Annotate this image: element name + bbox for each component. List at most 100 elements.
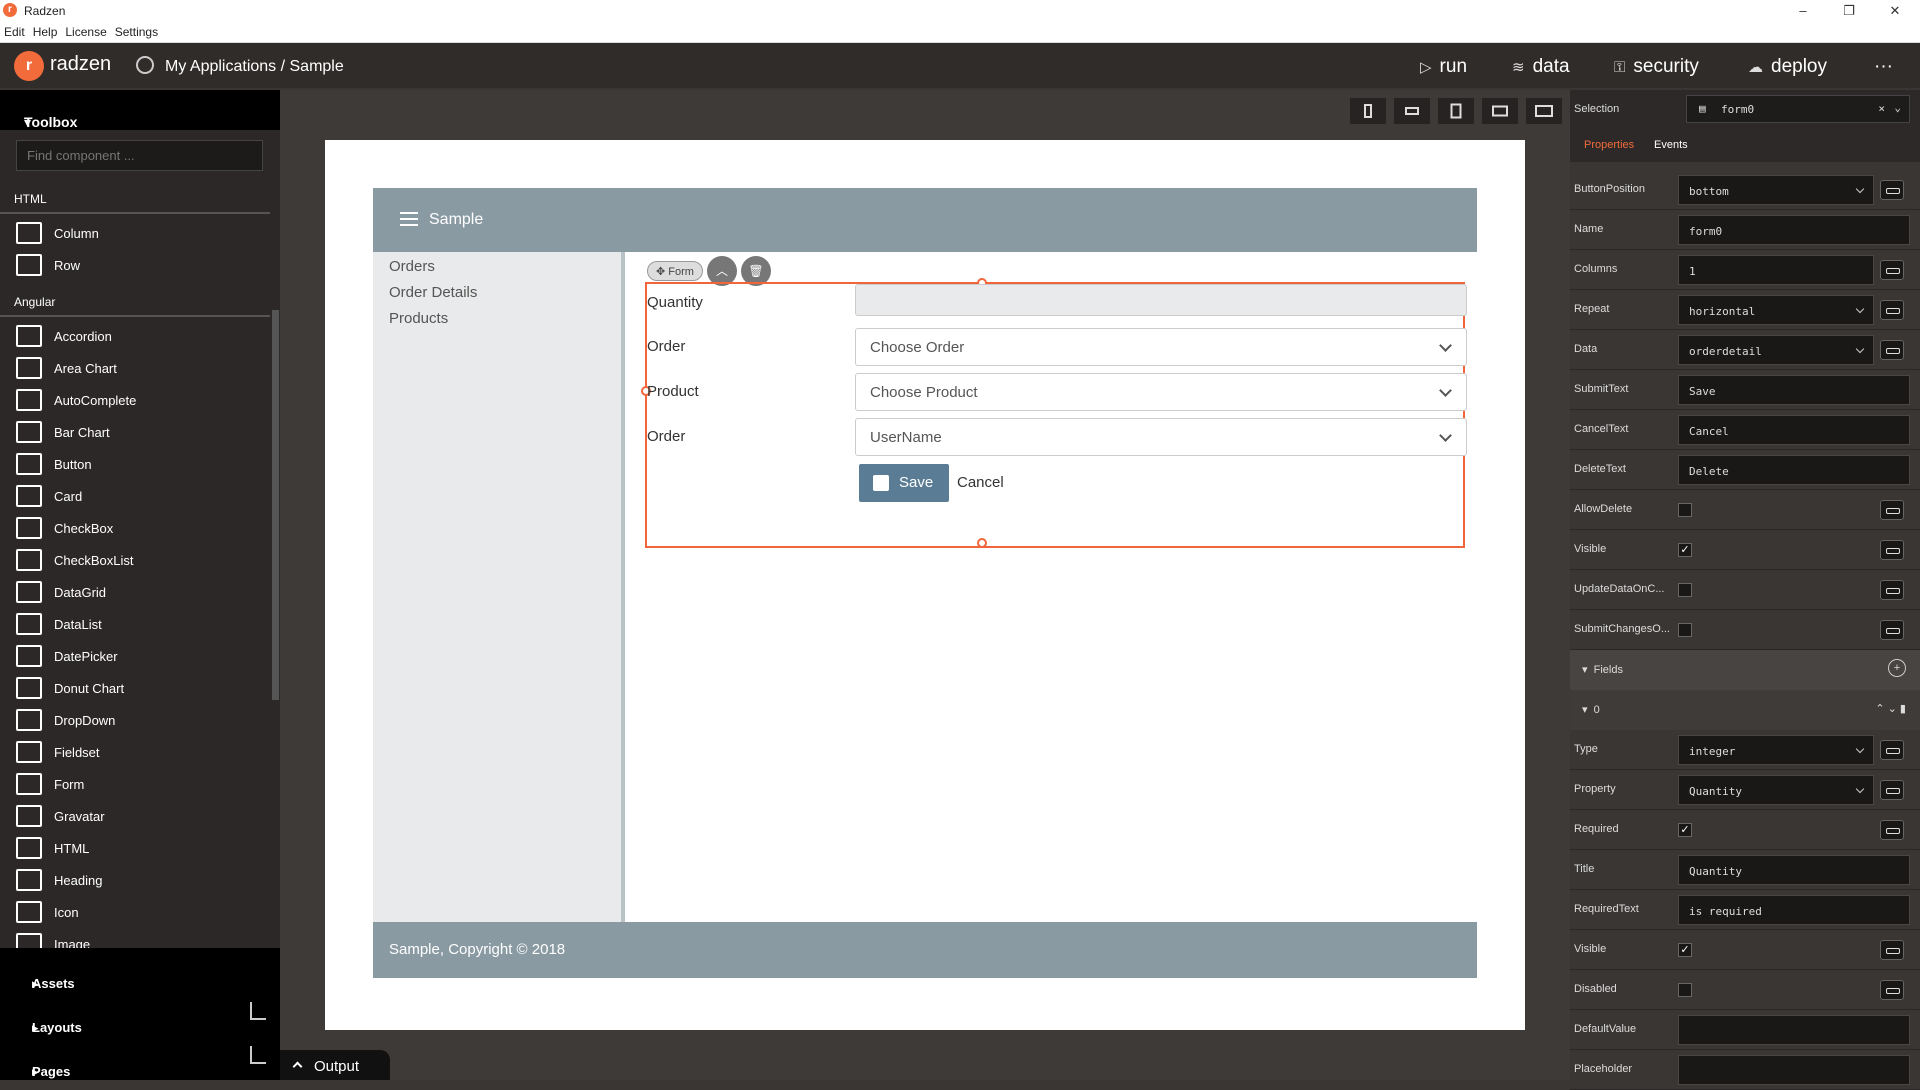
data-binding-button[interactable]: [1880, 780, 1904, 800]
tab-events[interactable]: Events: [1654, 139, 1688, 151]
find-component-input[interactable]: [16, 140, 263, 171]
menu-icon[interactable]: [400, 212, 418, 226]
more-button[interactable]: ···: [1874, 56, 1893, 78]
app-footer[interactable]: Sample, Copyright © 2018: [373, 922, 1477, 978]
prop-input[interactable]: [1678, 1015, 1910, 1045]
desktop-button[interactable]: [1526, 98, 1562, 124]
tool-accordion[interactable]: Accordion: [0, 321, 272, 353]
data-binding-button[interactable]: [1880, 740, 1904, 760]
prop-dropdown[interactable]: orderdetail: [1678, 335, 1874, 365]
prop-input[interactable]: 1: [1678, 255, 1874, 285]
prop-checkbox[interactable]: [1678, 583, 1692, 597]
phone-portrait-button[interactable]: [1350, 98, 1386, 124]
prop-input[interactable]: form0: [1678, 215, 1910, 245]
quantity-input[interactable]: [855, 284, 1467, 316]
add-page-icon[interactable]: [250, 1046, 266, 1064]
tablet-portrait-button[interactable]: [1438, 98, 1474, 124]
data-binding-button[interactable]: [1880, 260, 1904, 280]
prop-input[interactable]: is required: [1678, 895, 1910, 925]
data-button[interactable]: ≋ data: [1512, 56, 1570, 78]
form-component[interactable]: Quantity Order Choose Order Product Choo…: [641, 278, 1467, 548]
menu-edit[interactable]: Edit: [0, 22, 29, 39]
assets-section[interactable]: ▸ Assets: [0, 948, 280, 992]
prop-input[interactable]: [1678, 1055, 1910, 1085]
nav-products[interactable]: Products: [389, 310, 448, 327]
form-chip[interactable]: ✥ Form: [647, 261, 703, 281]
app-sidebar[interactable]: Orders Order Details Products: [373, 252, 625, 922]
add-layout-icon[interactable]: [250, 1002, 266, 1020]
tool-fieldset[interactable]: Fieldset: [0, 737, 272, 769]
save-button[interactable]: Save: [859, 464, 949, 502]
prop-checkbox[interactable]: ✓: [1678, 823, 1692, 837]
menu-settings[interactable]: Settings: [111, 22, 162, 39]
tool-button[interactable]: Button: [0, 449, 272, 481]
prop-dropdown[interactable]: Quantity: [1678, 775, 1874, 805]
data-binding-button[interactable]: [1880, 980, 1904, 1000]
data-binding-button[interactable]: [1880, 940, 1904, 960]
prop-checkbox[interactable]: [1678, 623, 1692, 637]
tool-column[interactable]: Column: [0, 218, 272, 250]
data-binding-button[interactable]: [1880, 540, 1904, 560]
tool-row[interactable]: Row: [0, 250, 272, 282]
tool-icon[interactable]: Icon: [0, 897, 272, 929]
prop-dropdown[interactable]: integer: [1678, 735, 1874, 765]
prop-checkbox[interactable]: [1678, 983, 1692, 997]
close-button[interactable]: ✕: [1872, 0, 1918, 22]
run-button[interactable]: ▷ run: [1420, 56, 1467, 78]
resize-handle-bottom[interactable]: [977, 538, 987, 548]
tool-html[interactable]: HTML: [0, 833, 272, 865]
prop-input[interactable]: Quantity: [1678, 855, 1910, 885]
nav-order-details[interactable]: Order Details: [389, 284, 477, 301]
breadcrumb[interactable]: My Applications / Sample: [165, 58, 344, 76]
tool-heading[interactable]: Heading: [0, 865, 272, 897]
minimize-button[interactable]: –: [1780, 0, 1826, 22]
data-binding-button[interactable]: [1880, 180, 1904, 200]
tool-image[interactable]: Image: [0, 929, 272, 950]
brand-name[interactable]: radzen: [50, 53, 111, 76]
selection-dropdown[interactable]: form0 ▤ × ⌄: [1686, 95, 1910, 123]
output-tab[interactable]: Output: [280, 1050, 390, 1080]
prop-checkbox[interactable]: [1678, 503, 1692, 517]
tool-datalist[interactable]: DataList: [0, 609, 272, 641]
prop-dropdown[interactable]: horizontal: [1678, 295, 1874, 325]
tool-donut-chart[interactable]: Donut Chart: [0, 673, 272, 705]
tool-dropdown[interactable]: DropDown: [0, 705, 272, 737]
toolbox-header[interactable]: ▾ Toolbox: [0, 90, 280, 130]
cancel-button[interactable]: Cancel: [957, 474, 1004, 491]
phone-landscape-button[interactable]: [1394, 98, 1430, 124]
chevron-down-icon[interactable]: ⌄: [1894, 101, 1901, 114]
tool-gravatar[interactable]: Gravatar: [0, 801, 272, 833]
tool-card[interactable]: Card: [0, 481, 272, 513]
prop-checkbox[interactable]: ✓: [1678, 543, 1692, 557]
prop-input[interactable]: Cancel: [1678, 415, 1910, 445]
data-binding-button[interactable]: [1880, 500, 1904, 520]
prop-dropdown[interactable]: bottom: [1678, 175, 1874, 205]
data-binding-button[interactable]: [1880, 620, 1904, 640]
order-dropdown[interactable]: Choose Order: [855, 328, 1467, 366]
tool-checkbox[interactable]: CheckBox: [0, 513, 272, 545]
maximize-button[interactable]: ❐: [1826, 0, 1872, 22]
data-binding-button[interactable]: [1880, 820, 1904, 840]
data-binding-button[interactable]: [1880, 580, 1904, 600]
pages-section[interactable]: ▸ Pages: [0, 1036, 280, 1080]
prop-input[interactable]: Delete: [1678, 455, 1910, 485]
app-header[interactable]: Sample: [373, 188, 1477, 252]
deploy-button[interactable]: ☁ deploy: [1748, 56, 1827, 78]
field-0-group[interactable]: ▾ 0 ⌃ ⌄ ▮: [1570, 690, 1920, 730]
menu-license[interactable]: License: [61, 22, 110, 39]
username-dropdown[interactable]: UserName: [855, 418, 1467, 456]
add-field-icon[interactable]: +: [1888, 659, 1906, 677]
clear-icon[interactable]: ×: [1878, 102, 1885, 115]
fields-group[interactable]: ▾ Fields +: [1570, 650, 1920, 690]
nav-orders[interactable]: Orders: [389, 258, 435, 275]
security-button[interactable]: ⚿ security: [1614, 56, 1699, 78]
tool-datagrid[interactable]: DataGrid: [0, 577, 272, 609]
product-dropdown[interactable]: Choose Product: [855, 373, 1467, 411]
tool-autocomplete[interactable]: AutoComplete: [0, 385, 272, 417]
prop-input[interactable]: Save: [1678, 375, 1910, 405]
tool-form[interactable]: Form: [0, 769, 272, 801]
tab-properties[interactable]: Properties: [1584, 139, 1634, 151]
tool-datepicker[interactable]: DatePicker: [0, 641, 272, 673]
menu-help[interactable]: Help: [29, 22, 62, 39]
prop-checkbox[interactable]: ✓: [1678, 943, 1692, 957]
